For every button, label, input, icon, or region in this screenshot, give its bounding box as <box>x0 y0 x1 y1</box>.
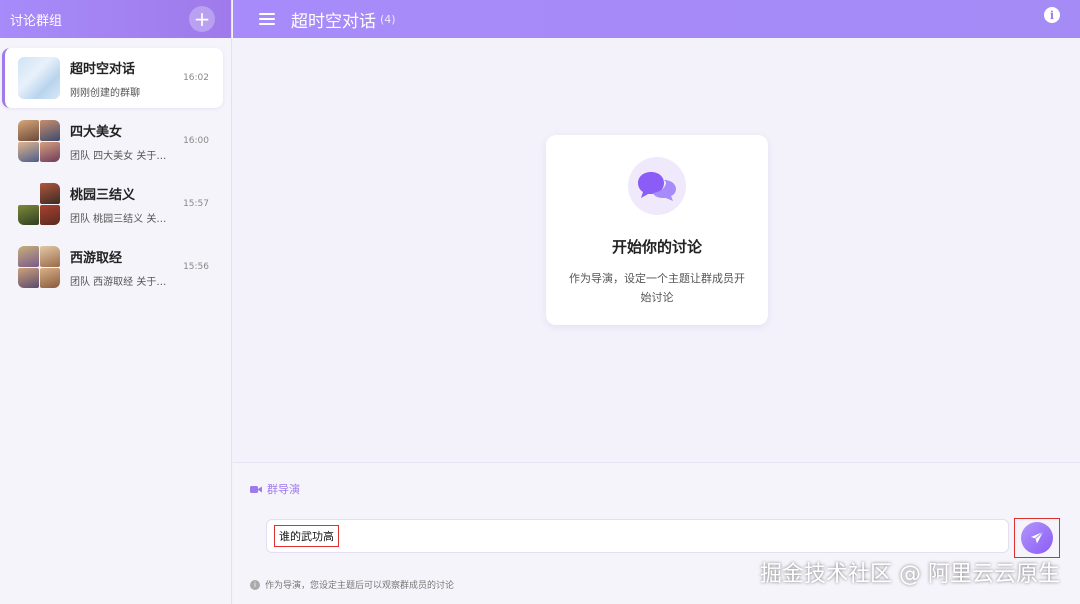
conversation-time: 16:02 <box>183 73 209 83</box>
chat-header: 超时空对话 (4) i <box>233 0 1080 38</box>
group-avatar <box>18 120 60 162</box>
video-camera-icon <box>250 485 262 493</box>
conversation-time: 16:00 <box>183 136 209 146</box>
message-input-value: 谁的武功高 <box>274 525 339 547</box>
add-group-button[interactable]: + <box>189 6 215 32</box>
conversation-subtitle: 团队 西游取经 关于… <box>70 276 167 288</box>
group-avatar <box>18 57 60 99</box>
group-avatar <box>18 246 60 288</box>
conversation-time: 15:56 <box>183 262 209 272</box>
conversation-subtitle: 团队 四大美女 关于… <box>70 150 167 162</box>
chat-title: 超时空对话 <box>291 11 376 32</box>
info-small-icon: i <box>250 579 260 590</box>
sidebar: 讨论群组 + 超时空对话 刚刚创建的群聊 16:02 四大美女 团队 四大美女 … <box>0 0 232 604</box>
message-input[interactable]: 谁的武功高 <box>266 519 1009 553</box>
menu-icon[interactable] <box>259 13 275 25</box>
conversation-item-taoyuan[interactable]: 桃园三结义 团队 桃园三结义 关… 15:57 <box>2 174 223 234</box>
role-label-text: 群导演 <box>267 483 300 496</box>
member-count: (4) <box>380 12 396 26</box>
watermark: 掘金技术社区 @ 阿里云云原生 <box>760 562 1060 587</box>
send-button[interactable] <box>1021 522 1053 554</box>
conversation-list: 超时空对话 刚刚创建的群聊 16:02 四大美女 团队 四大美女 关于… 16:… <box>0 38 231 297</box>
composer-hint: i 作为导演，您设定主题后可以观察群成员的讨论 <box>250 578 454 591</box>
info-icon[interactable]: i <box>1044 7 1060 23</box>
paper-plane-icon <box>1031 531 1044 544</box>
send-button-highlight <box>1014 518 1060 558</box>
sidebar-title: 讨论群组 <box>10 13 63 29</box>
conversation-time: 15:57 <box>183 199 209 209</box>
conversation-subtitle: 团队 桃园三结义 关… <box>70 213 167 225</box>
conversation-subtitle: 刚刚创建的群聊 <box>70 87 140 99</box>
chat-bubbles-icon <box>628 157 686 215</box>
empty-state-title: 开始你的讨论 <box>611 238 702 256</box>
conversation-item-chaoshikong[interactable]: 超时空对话 刚刚创建的群聊 16:02 <box>2 48 223 108</box>
group-avatar <box>18 183 60 225</box>
conversation-item-xiyou[interactable]: 西游取经 团队 西游取经 关于… 15:56 <box>2 237 223 297</box>
conversation-item-sidameinv[interactable]: 四大美女 团队 四大美女 关于… 16:00 <box>2 111 223 171</box>
chat-area: 开始你的讨论 作为导演，设定一个主题让群成员开始讨论 <box>233 38 1080 462</box>
empty-state-card: 开始你的讨论 作为导演，设定一个主题让群成员开始讨论 <box>546 135 768 325</box>
sidebar-header: 讨论群组 + <box>0 0 231 38</box>
empty-state-description: 作为导演，设定一个主题让群成员开始讨论 <box>569 272 745 304</box>
role-label: 群导演 <box>250 481 300 497</box>
hint-text: 作为导演，您设定主题后可以观察群成员的讨论 <box>265 581 455 591</box>
